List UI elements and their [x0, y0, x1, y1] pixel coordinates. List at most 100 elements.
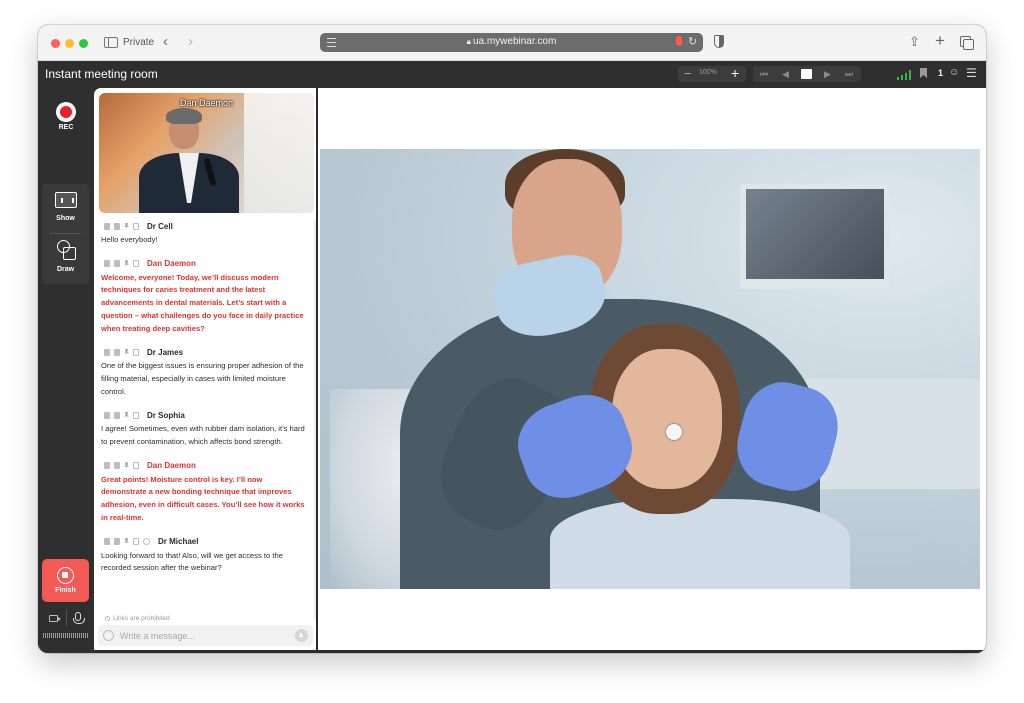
info-icon[interactable]: [143, 538, 150, 546]
message-author: Dr Cell: [147, 221, 173, 231]
delete-icon[interactable]: [114, 411, 120, 419]
send-icon[interactable]: [295, 629, 308, 642]
chat-message: Dan Daemon Welcome, everyone! Today, we’…: [101, 258, 309, 336]
chat-message: Dan Daemon Great points! Moisture contro…: [101, 460, 309, 525]
emoji-icon[interactable]: [103, 630, 114, 641]
reload-icon[interactable]: ↻: [688, 35, 697, 48]
message-text: I agree! Sometimes, even with rubber dam…: [101, 424, 305, 447]
shield-icon[interactable]: [714, 35, 724, 48]
draw-label: Draw: [56, 266, 75, 273]
microphone-icon[interactable]: [73, 612, 85, 624]
show-button[interactable]: Show: [42, 184, 89, 230]
share-icon[interactable]: ⇪: [909, 34, 920, 50]
copy-icon[interactable]: [104, 222, 110, 230]
copy-icon[interactable]: [104, 260, 110, 268]
rec-icon[interactable]: [56, 102, 76, 122]
copy-icon[interactable]: [104, 462, 110, 470]
audio-level-meter: [43, 633, 89, 638]
forward-icon[interactable]: ›: [188, 34, 193, 50]
camera-icon[interactable]: [49, 615, 61, 622]
minimize-window-button[interactable]: [65, 39, 74, 48]
speaker-name: Dan Daemon: [179, 98, 234, 108]
bookmark-icon[interactable]: [133, 260, 139, 268]
first-slide-button[interactable]: ⏮︎: [760, 67, 768, 81]
zoom-level: 100%: [699, 69, 717, 76]
tabs-icon[interactable]: [960, 36, 974, 50]
app-header: Instant meeting room − 100% + ⏮︎ ◀︎ ▶︎ ⏭…: [38, 61, 986, 88]
zoom-out-button[interactable]: −: [684, 66, 692, 81]
signal-icon: [897, 70, 911, 80]
message-text: One of the biggest issues is ensuring pr…: [101, 361, 304, 396]
url-text: ua.mywebinar.com: [472, 36, 557, 47]
lock-icon: 🔒︎: [466, 37, 471, 46]
finish-label: Finish: [55, 587, 76, 594]
main-content: Dan Daemon Dr Cell Hello everybody! Dan …: [94, 88, 986, 653]
slide-navigation: ⏮︎ ◀︎ ▶︎ ⏭︎: [753, 66, 861, 82]
pin-icon[interactable]: [124, 260, 129, 268]
last-slide-button[interactable]: ⏭︎: [845, 67, 853, 81]
sidebar-icon[interactable]: [104, 37, 118, 48]
tool-panel: Show Draw: [42, 184, 89, 284]
bookmark-icon[interactable]: [133, 462, 139, 470]
presentation-icon: [55, 192, 77, 208]
bookmark-icon[interactable]: [133, 222, 139, 230]
new-tab-icon[interactable]: +: [935, 31, 945, 51]
mic-icon[interactable]: [676, 36, 682, 46]
private-mode-label: Private: [123, 37, 155, 48]
rec-label: REC: [58, 124, 74, 131]
speaker-video[interactable]: Dan Daemon: [99, 93, 314, 213]
bookmark-icon[interactable]: [133, 411, 139, 419]
bookmark-icon[interactable]: [920, 68, 927, 78]
chat-scrollbar[interactable]: [314, 220, 316, 620]
menu-icon[interactable]: ☰: [966, 67, 977, 79]
rail-divider: [66, 610, 67, 626]
pin-icon[interactable]: [124, 222, 129, 230]
draw-button[interactable]: Draw: [42, 235, 89, 281]
message-author: Dr Sophia: [147, 410, 185, 420]
chat-panel: Dan Daemon Dr Cell Hello everybody! Dan …: [94, 88, 316, 650]
address-bar[interactable]: 🔒︎ ua.mywebinar.com ↻: [320, 33, 703, 52]
close-window-button[interactable]: [51, 39, 60, 48]
message-actions: [104, 538, 150, 546]
message-actions: [104, 348, 139, 356]
bookmark-icon[interactable]: [133, 348, 139, 356]
finish-button[interactable]: Finish: [42, 559, 89, 602]
copy-icon[interactable]: [104, 348, 110, 356]
chat-input[interactable]: [120, 627, 290, 644]
back-icon[interactable]: ‹: [163, 34, 168, 50]
links-prohibited-text: Links are prohibited: [113, 615, 170, 622]
next-slide-button[interactable]: ▶︎: [824, 67, 831, 81]
delete-icon[interactable]: [114, 348, 120, 356]
message-text: Welcome, everyone! Today, we’ll discuss …: [101, 272, 304, 333]
pin-icon[interactable]: [124, 348, 129, 356]
draw-icon: [57, 240, 77, 260]
message-author: Dan Daemon: [147, 461, 196, 471]
pin-icon[interactable]: [124, 538, 129, 546]
delete-icon[interactable]: [114, 462, 120, 470]
pin-icon[interactable]: [124, 462, 129, 470]
zoom-in-button[interactable]: +: [731, 65, 739, 81]
bookmark-icon[interactable]: [133, 538, 139, 546]
users-icon[interactable]: ☺︎: [949, 67, 959, 78]
delete-icon[interactable]: [114, 260, 120, 268]
zoom-window-button[interactable]: [79, 39, 88, 48]
message-text: Great points! Moisture control is key. I…: [101, 474, 305, 522]
delete-icon[interactable]: [114, 222, 120, 230]
pin-icon[interactable]: [124, 411, 129, 419]
participant-count: 1: [938, 68, 944, 78]
presentation-stage: [318, 88, 986, 650]
current-slide-indicator[interactable]: [801, 69, 812, 79]
message-text: Looking forward to that! Also, will we g…: [101, 550, 283, 573]
chat-message: Dr Michael Looking forward to that! Also…: [101, 536, 309, 575]
message-actions: [104, 222, 139, 230]
copy-icon[interactable]: [104, 538, 110, 546]
message-text: Hello everybody!: [101, 235, 158, 244]
chat-messages: Dr Cell Hello everybody! Dan Daemon Welc…: [101, 220, 309, 618]
delete-icon[interactable]: [114, 538, 120, 546]
url-display: 🔒︎ ua.mywebinar.com: [320, 36, 703, 47]
chat-composer: [98, 625, 313, 646]
message-actions: [104, 462, 139, 470]
previous-slide-button[interactable]: ◀︎: [782, 67, 789, 81]
message-author: Dan Daemon: [147, 259, 196, 269]
copy-icon[interactable]: [104, 411, 110, 419]
